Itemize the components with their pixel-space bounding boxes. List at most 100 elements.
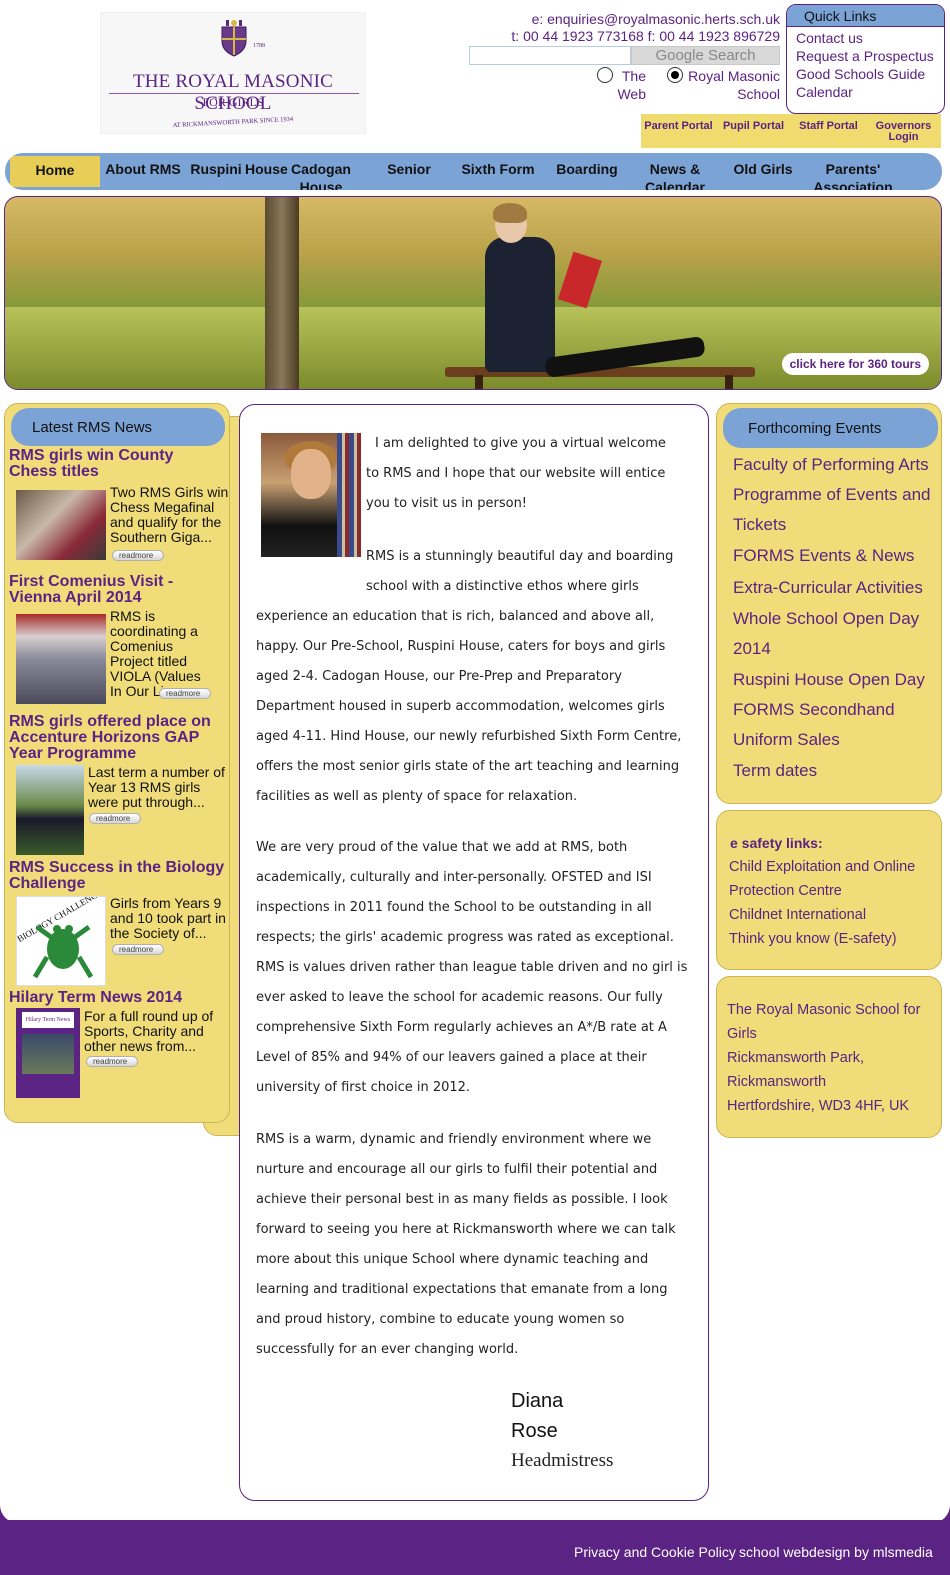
news-thumbnail-accenture[interactable] <box>16 765 84 855</box>
news-item-text: Girls from Years 9 and 10 took part in t… <box>110 895 226 941</box>
news-item-title[interactable]: Hilary Term News 2014 <box>9 990 231 1006</box>
quick-links-title: Quick Links <box>787 5 944 27</box>
webdesign-credit-link[interactable]: school webdesign by mlsmedia <box>739 1544 933 1560</box>
esafety-thinkuknow-link[interactable]: Think you know (E-safety) <box>729 927 897 951</box>
esafety-ceop-link[interactable]: Child Exploitation and Online <box>729 855 915 879</box>
esafety-ceop-link-2[interactable]: Protection Centre <box>729 879 842 903</box>
event-forms-news[interactable]: FORMS Events & News <box>733 541 914 571</box>
news-item: RMS girls offered place on Accenture Hor… <box>9 714 231 855</box>
event-open-day-year[interactable]: 2014 <box>733 634 771 664</box>
news-thumbnail-biology[interactable]: BIOLOGY CHALLENGE <box>15 887 106 986</box>
event-open-day[interactable]: Whole School Open Day <box>733 604 919 634</box>
news-item-text: Two RMS Girls win Chess Megafinal and qu… <box>110 484 229 545</box>
bench-leg <box>475 375 483 389</box>
radio-royal-masonic[interactable] <box>667 67 683 83</box>
search-input[interactable] <box>469 46 631 65</box>
photo-face <box>291 449 331 499</box>
logo-subtitle: FOR GIRLS <box>202 95 264 109</box>
quick-link-contact[interactable]: Contact us <box>787 29 944 47</box>
news-item-text: For a full round up of Sports, Charity a… <box>84 1008 214 1054</box>
readmore-button[interactable]: readmore <box>89 813 141 824</box>
welcome-panel: I am delighted to give you a virtual wel… <box>239 404 709 1501</box>
event-forms-secondhand[interactable]: FORMS Secondhand <box>733 695 895 725</box>
news-item-title[interactable]: First Comenius Visit - Vienna April 2014 <box>9 574 199 606</box>
crest-icon <box>221 20 247 57</box>
governors-login-link[interactable]: Governors Login <box>866 114 941 148</box>
google-search-button[interactable]: Google Search <box>631 46 780 65</box>
news-thumbnail-chess[interactable] <box>16 490 106 560</box>
privacy-policy-link[interactable]: Privacy and Cookie Policy <box>574 1544 736 1560</box>
radio-the-web[interactable] <box>597 67 613 83</box>
news-thumbnail-hilary[interactable]: Hilary Term News <box>16 1008 80 1098</box>
event-uniform-sales[interactable]: Uniform Sales <box>733 725 840 755</box>
hilary-thumb-photo <box>22 1034 74 1074</box>
event-extra-curricular[interactable]: Extra-Curricular Activities <box>733 573 923 603</box>
welcome-para4: RMS is a warm, dynamic and friendly envi… <box>256 1132 676 1357</box>
news-item-title[interactable]: RMS Success in the Biology Challenge <box>9 860 231 892</box>
nav-home[interactable]: Home <box>10 156 100 187</box>
address-line: Rickmansworth Park, <box>727 1050 864 1066</box>
address-line: The Royal Masonic School for <box>727 1002 921 1018</box>
radio-the-web-label: The Web <box>617 68 646 102</box>
hero-banner: click here for 360 tours <box>4 196 942 390</box>
event-term-dates[interactable]: Term dates <box>733 756 817 786</box>
welcome-para2-line1: RMS is a stunningly beautiful day and bo… <box>366 549 674 564</box>
nav-about-rms[interactable]: About RMS <box>103 153 183 190</box>
readmore-button[interactable]: readmore <box>112 944 164 955</box>
hero-field <box>5 307 941 389</box>
quick-link-prospectus[interactable]: Request a Prospectus <box>787 47 944 65</box>
contact-email[interactable]: e: enquiries@royalmasonic.herts.sch.uk <box>532 11 780 27</box>
event-performing-arts[interactable]: Faculty of Performing Arts <box>733 450 929 480</box>
welcome-para2-line2: school with a distinctive ethos where gi… <box>366 579 639 594</box>
welcome-line-1: I am delighted to give you a virtual wel… <box>375 436 666 451</box>
staff-portal-link[interactable]: Staff Portal <box>791 114 866 148</box>
signature-first-name: Diana <box>511 1390 564 1412</box>
news-item-text: RMS is coordinating a Comenius Project t… <box>110 608 201 699</box>
news-panel: Latest RMS News RMS girls win County Che… <box>4 403 230 1123</box>
event-programme[interactable]: Programme of Events and <box>733 480 930 510</box>
news-thumbnail-vienna[interactable] <box>16 614 106 704</box>
esafety-childnet-link[interactable]: Childnet International <box>729 903 866 927</box>
nav-ruspini[interactable]: Ruspini <box>187 153 245 190</box>
nav-boarding[interactable]: Boarding <box>547 153 627 190</box>
nav-cadogan-house[interactable]: Cadogan House <box>288 153 354 190</box>
esafety-panel: e safety links: Child Exploitation and O… <box>716 810 942 970</box>
nav-senior[interactable]: Senior <box>371 153 447 190</box>
news-panel-title: Latest RMS News <box>11 408 225 446</box>
hilary-thumb-label: Hilary Term News <box>22 1012 74 1028</box>
news-item: First Comenius Visit - Vienna April 2014… <box>9 574 231 704</box>
nav-sixth-form[interactable]: Sixth Form <box>455 153 541 190</box>
events-panel: Forthcoming Events Faculty of Performing… <box>716 403 942 804</box>
event-tickets[interactable]: Tickets <box>733 510 786 540</box>
nav-old-girls[interactable]: Old Girls <box>723 153 803 190</box>
events-panel-title: Forthcoming Events <box>723 408 938 448</box>
nav-news-calendar[interactable]: News & Calendar <box>635 153 715 190</box>
frog-icon: BIOLOGY CHALLENGE <box>15 887 104 979</box>
parent-portal-link[interactable]: Parent Portal <box>641 114 716 148</box>
readmore-button[interactable]: readmore <box>159 688 211 699</box>
quick-link-calendar[interactable]: Calendar <box>787 83 944 101</box>
signature-last-name: Rose <box>511 1420 558 1442</box>
address-line: Girls <box>727 1026 757 1042</box>
tour-360-button[interactable]: click here for 360 tours <box>781 353 929 375</box>
hero-book <box>558 251 602 309</box>
event-ruspini-open-day[interactable]: Ruspini House Open Day <box>733 665 925 695</box>
news-item-title[interactable]: RMS girls offered place on Accenture Hor… <box>9 714 224 762</box>
news-item: Hilary Term News 2014 Hilary Term News F… <box>9 990 231 1098</box>
nav-parents-association[interactable]: Parents' Association <box>807 153 899 190</box>
pupil-portal-link[interactable]: Pupil Portal <box>716 114 791 148</box>
readmore-button[interactable]: readmore <box>112 550 164 561</box>
school-logo[interactable]: Est. 1788 THE ROYAL MASONIC SCHOOL FOR G… <box>100 12 429 1136</box>
portal-bar: Parent Portal Pupil Portal Staff Portal … <box>641 114 941 148</box>
nav-house[interactable]: House <box>245 153 288 190</box>
main-navigation: Home About RMS Ruspini House Cadogan Hou… <box>5 153 942 190</box>
welcome-para3: We are very proud of the value that we a… <box>256 840 688 1095</box>
quick-link-good-schools[interactable]: Good Schools Guide <box>787 65 944 83</box>
news-item-title[interactable]: RMS girls win County Chess titles <box>9 448 199 480</box>
news-item: RMS girls win County Chess titles Two RM… <box>9 448 231 561</box>
contact-phone: t: 00 44 1923 773168 f: 00 44 1923 89672… <box>511 28 780 44</box>
radio-royal-masonic-label: Royal Masonic School <box>688 68 780 102</box>
readmore-button[interactable]: readmore <box>86 1056 138 1067</box>
logo-year: 1788 <box>253 43 265 49</box>
news-item: RMS Success in the Biology Challenge BIO… <box>9 860 231 986</box>
